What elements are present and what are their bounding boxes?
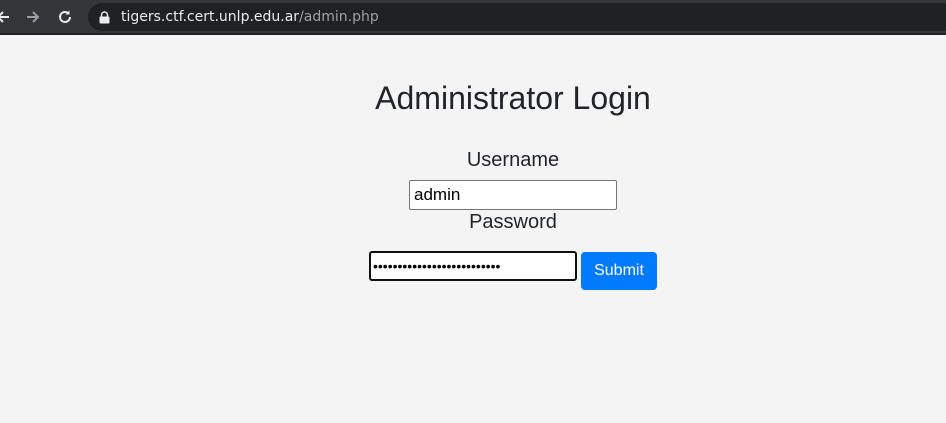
- url-text: tigers.ctf.cert.unlp.edu.ar/admin.php: [121, 9, 379, 25]
- address-bar[interactable]: tigers.ctf.cert.unlp.edu.ar/admin.php: [88, 3, 946, 31]
- arrow-right-icon: [27, 11, 40, 23]
- forward-button[interactable]: [22, 6, 44, 28]
- browser-toolbar: tigers.ctf.cert.unlp.edu.ar/admin.php: [0, 0, 946, 35]
- page-title: Administrator Login: [375, 80, 651, 116]
- lock-icon[interactable]: [97, 10, 111, 24]
- password-label: Password: [469, 211, 557, 233]
- back-button[interactable]: [0, 6, 14, 28]
- reload-icon: [59, 10, 71, 23]
- submit-button[interactable]: Submit: [581, 252, 657, 290]
- username-label: Username: [466, 149, 560, 171]
- url-host: tigers.ctf.cert.unlp.edu.ar: [121, 9, 300, 25]
- url-path: /admin.php: [299, 9, 379, 25]
- username-input[interactable]: [409, 180, 617, 210]
- password-input[interactable]: [369, 251, 577, 281]
- reload-button[interactable]: [54, 6, 76, 28]
- arrow-left-icon: [0, 11, 9, 23]
- login-page: Administrator Login Username Password Su…: [0, 37, 946, 423]
